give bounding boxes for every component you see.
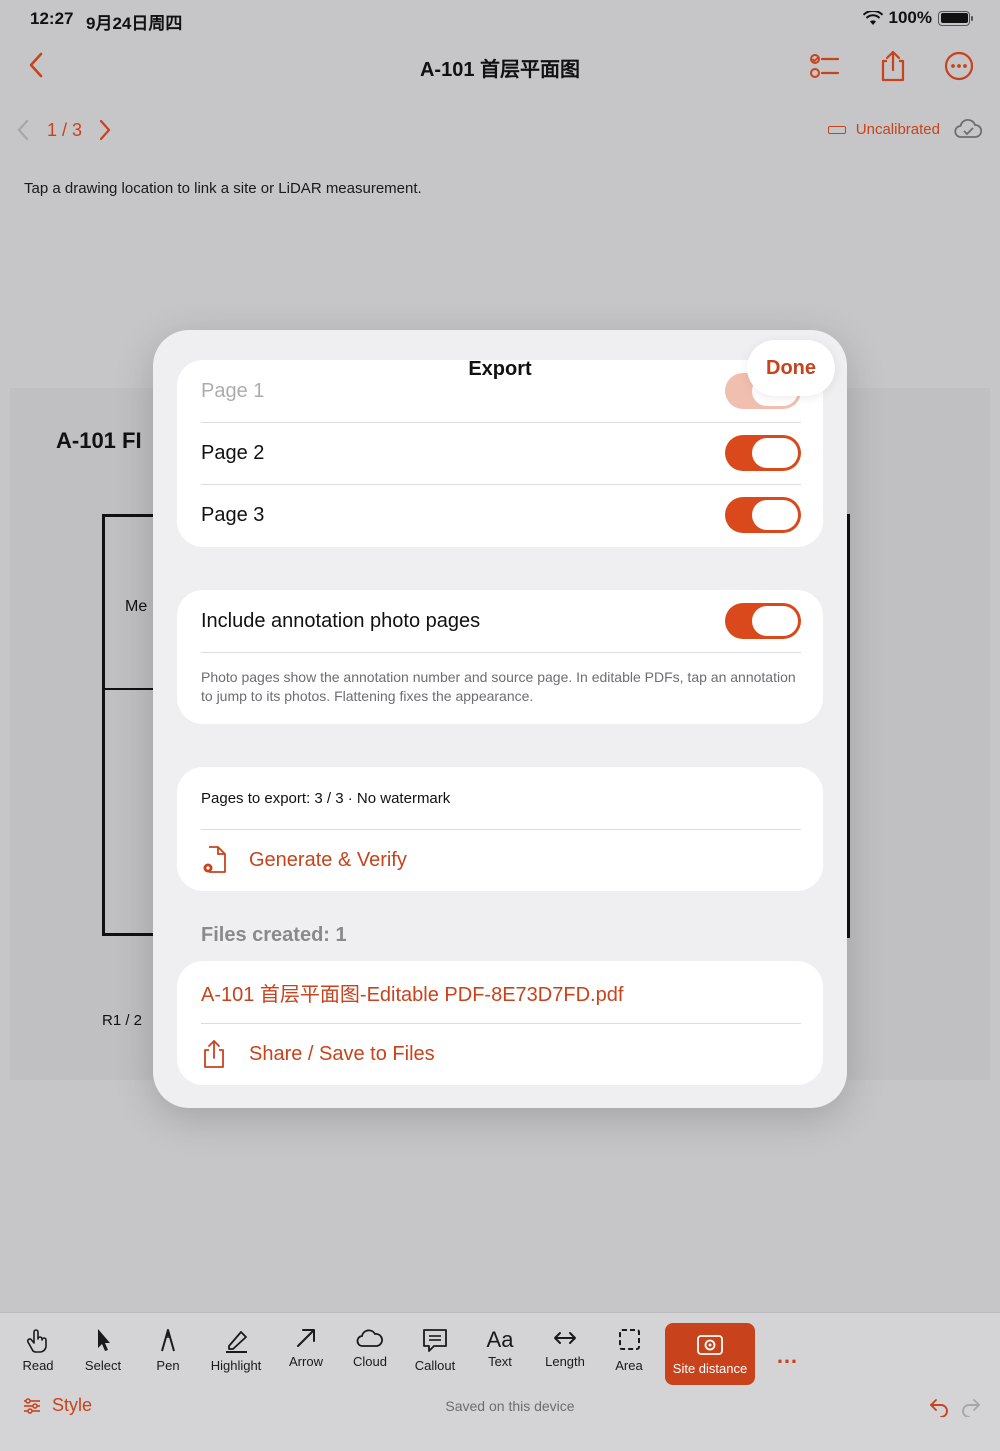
- redo-icon[interactable]: [960, 1395, 982, 1417]
- status-time: 12:27: [30, 9, 74, 28]
- tool-select[interactable]: Select: [68, 1327, 138, 1373]
- photo-pages-toggle[interactable]: [725, 603, 801, 639]
- text-aa-icon: Aa: [486, 1327, 514, 1352]
- files-created-header: Files created: 1: [201, 924, 347, 946]
- hint-text: Tap a drawing location to link a site or…: [24, 180, 422, 197]
- export-header: Export Done: [153, 330, 847, 408]
- camera-target-icon: [697, 1335, 723, 1355]
- tool-read[interactable]: Read: [3, 1327, 73, 1373]
- generate-verify-button[interactable]: Generate & Verify: [177, 829, 823, 891]
- page-3-row[interactable]: Page 3: [177, 484, 823, 546]
- share-label: Share / Save to Files: [249, 1042, 435, 1065]
- share-save-button[interactable]: Share / Save to Files: [177, 1023, 823, 1085]
- cursor-icon: [98, 1329, 110, 1351]
- sheet-footer: R1 / 2: [102, 1012, 143, 1029]
- tool-length-label: Length: [545, 1354, 585, 1369]
- created-file-link[interactable]: A-101 首层平面图-Editable PDF-8E73D7FD.pdf: [177, 961, 823, 1023]
- annotation-toolbar: Read Select Pen Highlight Arrow Cloud Ca…: [0, 1312, 1000, 1451]
- tool-site-distance-label: Site distance: [672, 1361, 748, 1376]
- checklist-icon[interactable]: [806, 49, 840, 83]
- page-3-toggle[interactable]: [725, 497, 801, 533]
- files-group: A-101 首层平面图-Editable PDF-8E73D7FD.pdf Sh…: [177, 961, 823, 1085]
- battery-percent: 100%: [888, 8, 932, 27]
- tool-arrow[interactable]: Arrow: [271, 1327, 341, 1369]
- tool-area-label: Area: [615, 1358, 643, 1373]
- photo-pages-note: Photo pages show the annotation number a…: [177, 652, 823, 724]
- status-bar: 12:27 9月24日周四 100%: [0, 0, 1000, 40]
- pen-nib-icon: [161, 1329, 175, 1352]
- tool-callout[interactable]: Callout: [400, 1327, 470, 1373]
- undo-icon[interactable]: [928, 1395, 950, 1417]
- previous-page-icon[interactable]: [14, 118, 32, 142]
- wall-line-right: [847, 514, 850, 938]
- tool-highlight[interactable]: Highlight: [201, 1327, 271, 1373]
- tool-length[interactable]: Length: [530, 1327, 600, 1369]
- more-tools-button[interactable]: …: [776, 1343, 799, 1369]
- tool-pen[interactable]: Pen: [133, 1327, 203, 1373]
- tool-highlight-label: Highlight: [210, 1358, 262, 1373]
- page-2-toggle[interactable]: [725, 435, 801, 471]
- tool-callout-label: Callout: [414, 1358, 456, 1373]
- highlighter-icon: [226, 1331, 247, 1353]
- export-title: Export: [468, 358, 532, 380]
- tool-cloud[interactable]: Cloud: [335, 1327, 405, 1369]
- status-indicators: 100%: [862, 8, 973, 28]
- calibration-label: Uncalibrated: [855, 121, 940, 138]
- page-indicator: 1 / 3: [47, 120, 83, 140]
- next-page-icon[interactable]: [96, 118, 114, 142]
- length-icon: [554, 1332, 576, 1344]
- export-summary: Pages to export: 3 / 3 · No watermark: [201, 789, 451, 807]
- done-button[interactable]: Done: [747, 340, 835, 396]
- document-gear-icon: [203, 846, 226, 873]
- save-status: Saved on this device: [445, 1398, 575, 1414]
- page-navigator: 1 / 3 Uncalibrated: [0, 110, 1000, 150]
- tool-cloud-label: Cloud: [353, 1354, 387, 1369]
- wifi-icon: [862, 10, 883, 25]
- generate-group: Pages to export: 3 / 3 · No watermark Ge…: [177, 767, 823, 891]
- photo-pages-label: Include annotation photo pages: [201, 609, 481, 632]
- area-icon: [619, 1329, 640, 1350]
- page-title: A-101 首层平面图: [419, 59, 581, 81]
- tool-select-label: Select: [84, 1358, 122, 1373]
- page-2-label: Page 2: [201, 441, 265, 464]
- nav-bar: A-101 首层平面图: [0, 40, 1000, 96]
- calibration-status[interactable]: Uncalibrated: [827, 121, 940, 138]
- sheet-title: A-101 FI: [56, 428, 142, 453]
- generate-label: Generate & Verify: [249, 848, 407, 871]
- hand-icon: [26, 1329, 47, 1353]
- photo-pages-row[interactable]: Include annotation photo pages: [177, 590, 823, 652]
- status-date: 9月24日周四: [86, 14, 183, 33]
- callout-icon: [423, 1329, 447, 1352]
- page-3-label: Page 3: [201, 503, 265, 526]
- share-icon: [204, 1040, 224, 1068]
- room-label: Me: [125, 598, 148, 615]
- arrow-icon: [297, 1329, 315, 1347]
- tool-area[interactable]: Area: [594, 1327, 664, 1373]
- tool-read-label: Read: [22, 1358, 54, 1373]
- photo-pages-group: Include annotation photo pages Photo pag…: [177, 590, 823, 724]
- share-icon[interactable]: [876, 49, 910, 83]
- tool-text[interactable]: Aa Text: [465, 1327, 535, 1369]
- tool-site-distance[interactable]: Site distance: [665, 1323, 755, 1385]
- page-2-row[interactable]: Page 2: [177, 422, 823, 484]
- tool-arrow-label: Arrow: [289, 1354, 323, 1369]
- cloud-sync-icon[interactable]: [954, 118, 982, 140]
- more-options-icon[interactable]: [942, 49, 976, 83]
- cloud-icon: [356, 1329, 383, 1347]
- export-sheet: Page 1 Page 2 Page 3 Export Done Include…: [153, 330, 847, 1108]
- tool-text-label: Text: [488, 1354, 512, 1369]
- ruler-icon: [827, 125, 846, 134]
- battery-icon: [938, 10, 973, 26]
- tool-pen-label: Pen: [156, 1358, 180, 1373]
